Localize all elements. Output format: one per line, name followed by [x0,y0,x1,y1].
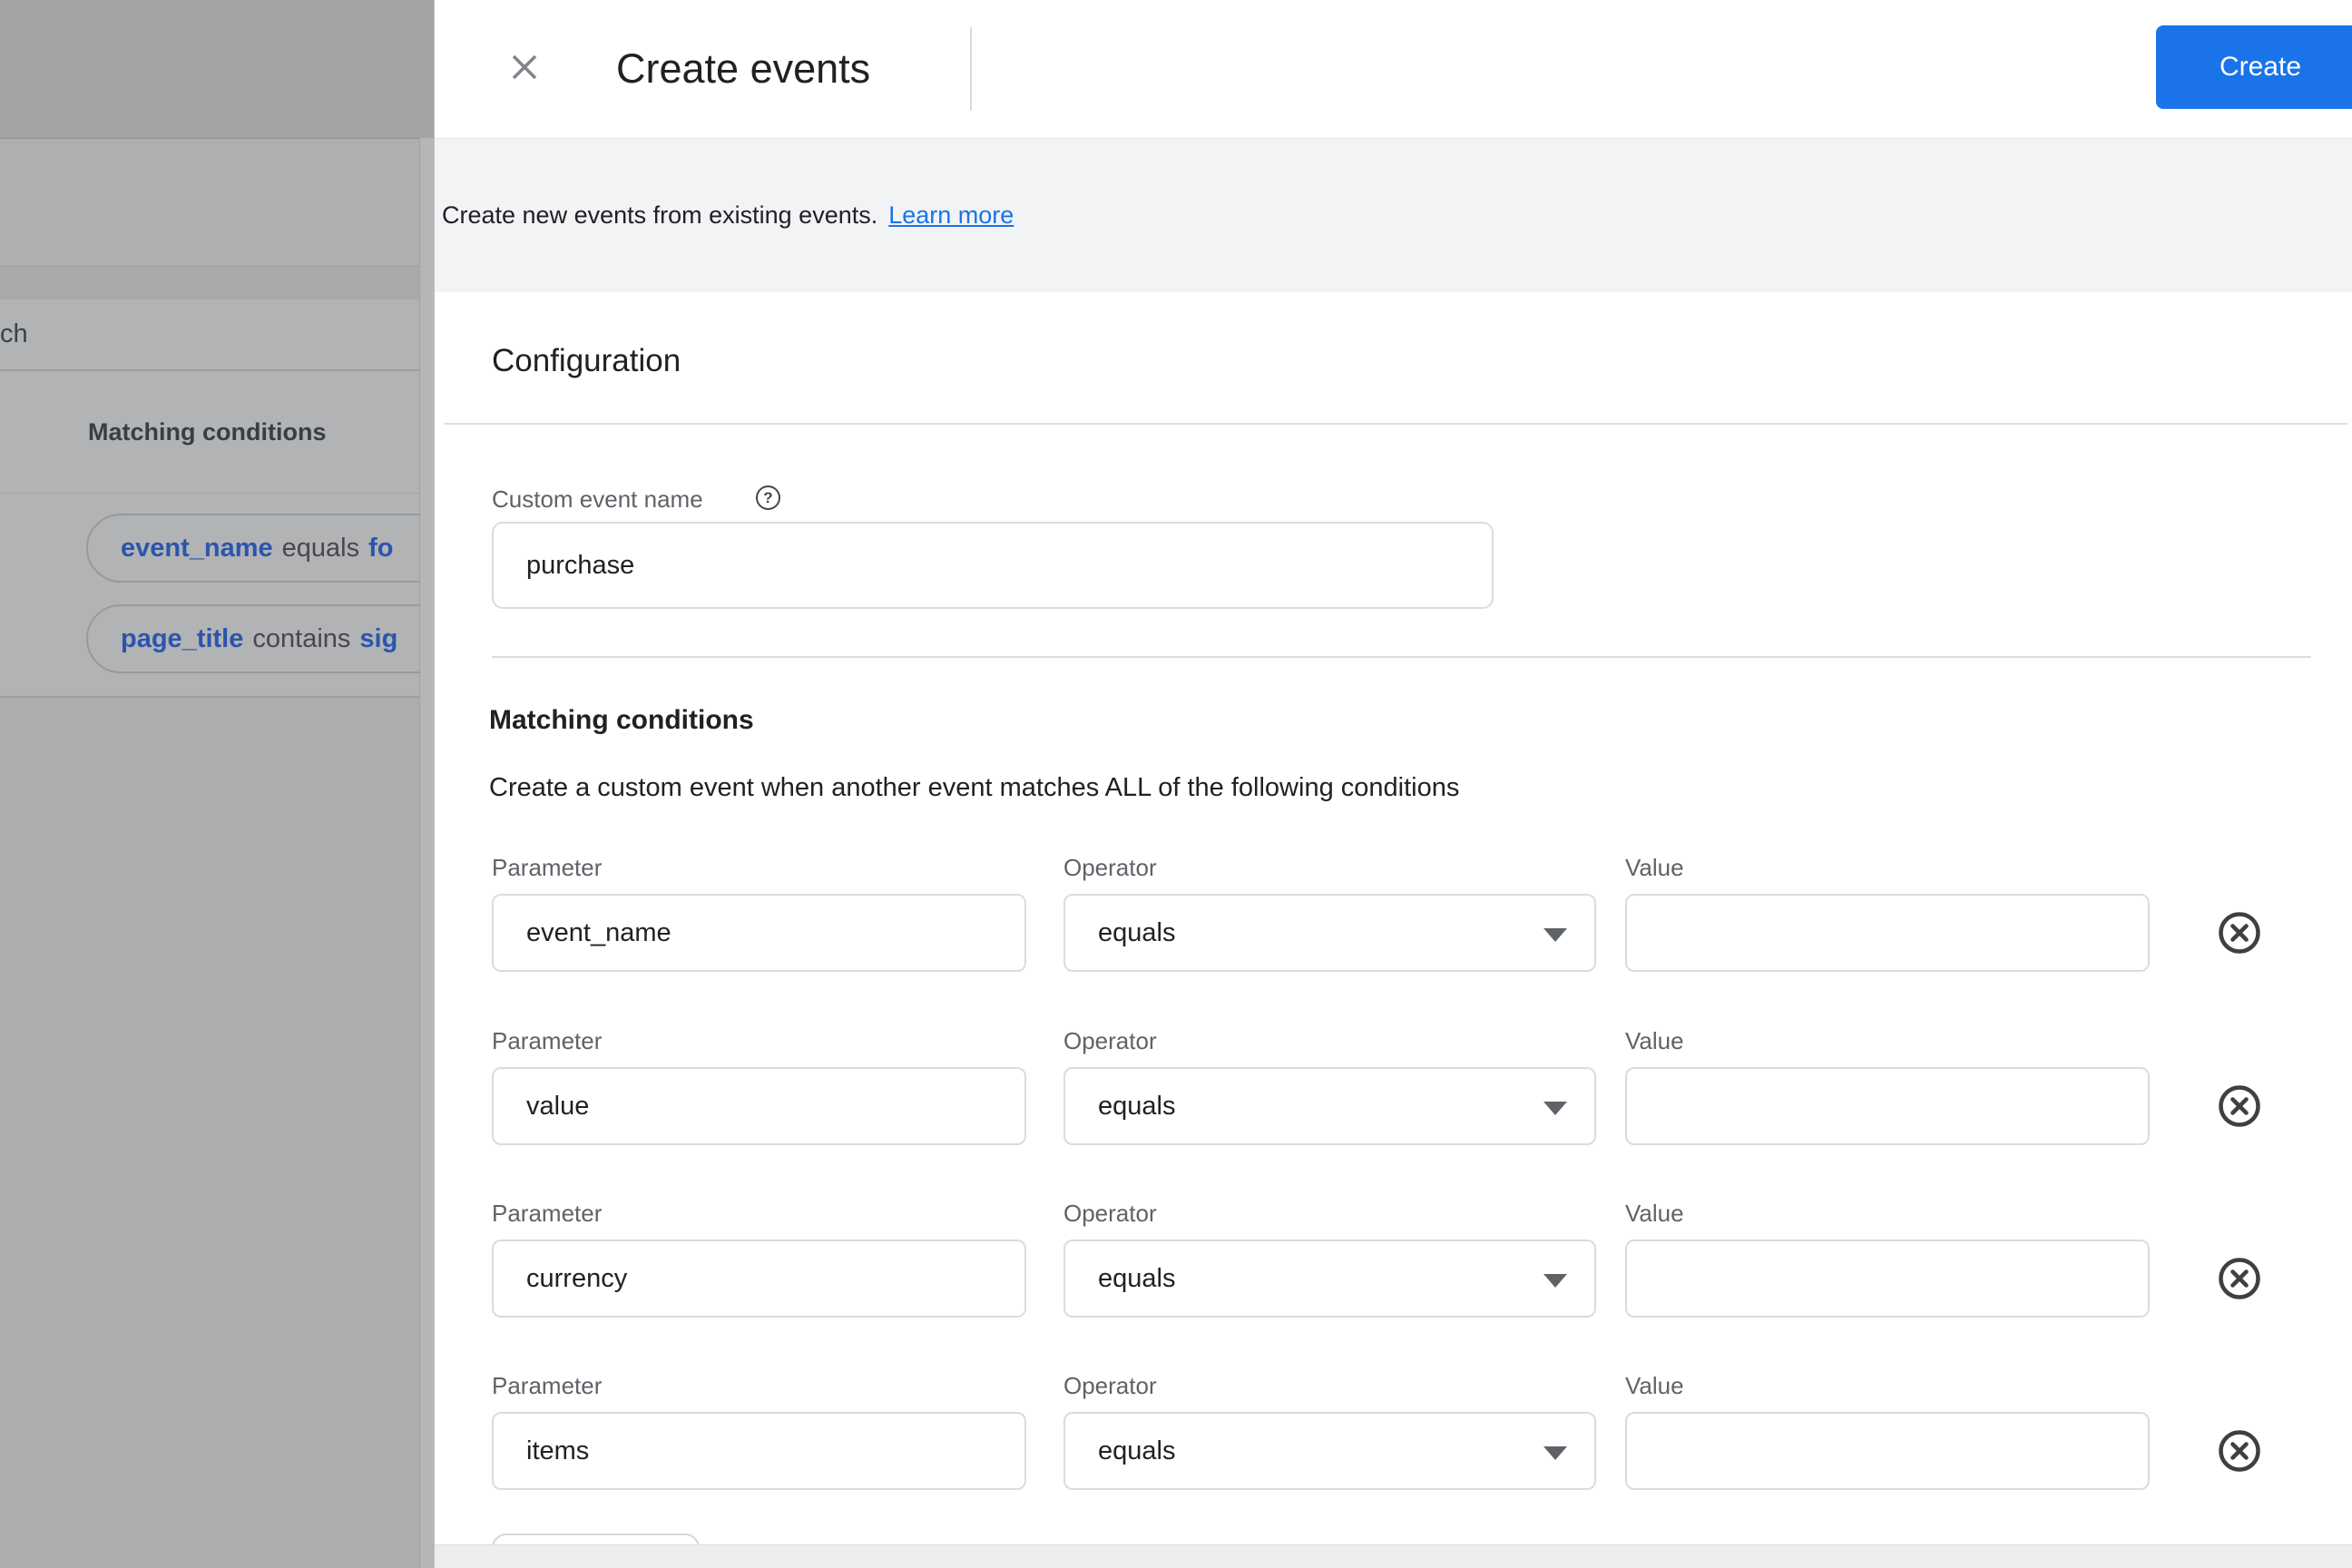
title-divider [970,27,972,111]
parameter-label: Parameter [492,854,602,882]
configuration-card: Configuration Custom event name Matching… [444,292,2347,1568]
create-events-panel: Create events Create Create new events f… [434,0,2352,1568]
background-content [0,139,434,266]
condition-row: Parameter Operator equals Value [492,854,2311,981]
chevron-down-icon [1544,1274,1567,1288]
remove-circle-icon[interactable] [2216,1427,2263,1475]
table-header-row: Matching conditions [0,371,434,493]
section-divider [444,423,2347,425]
condition-chip: page_title contains sig [86,604,434,673]
matching-conditions-column-header: Matching conditions [88,418,327,446]
operator-value: equals [1098,1264,1175,1294]
configuration-heading: Configuration [492,343,681,379]
screen: ch Matching conditions event_name equals… [0,0,2352,1568]
help-circle-icon[interactable] [756,485,780,510]
value-label: Value [1625,1027,1684,1055]
form-divider [492,656,2311,658]
parameter-input[interactable] [492,1240,1026,1318]
parameter-input[interactable] [492,1067,1026,1145]
operator-label: Operator [1063,854,1157,882]
parameter-label: Parameter [492,1372,602,1400]
custom-event-name-label: Custom event name [492,485,703,514]
panel-header: Create events Create [435,0,2352,138]
operator-label: Operator [1063,1200,1157,1228]
background-toolbar [0,266,434,300]
matching-conditions-subtitle: Create a custom event when another event… [489,773,1459,803]
value-input[interactable] [1625,1067,2150,1145]
horizontal-scrollbar-track [435,1544,2352,1568]
chip-parameter: page_title [121,624,243,654]
operator-value: equals [1098,1092,1175,1122]
close-icon[interactable] [506,49,543,85]
condition-row: Parameter Operator equals Value [492,1372,2311,1499]
operator-select[interactable]: equals [1063,894,1596,972]
parameter-input[interactable] [492,1412,1026,1490]
value-label: Value [1625,1200,1684,1228]
value-input[interactable] [1625,894,2150,972]
operator-label: Operator [1063,1027,1157,1055]
condition-chip-list: event_name equals fo page_title contains… [0,493,434,698]
chip-value: fo [368,534,393,564]
operator-select[interactable]: equals [1063,1412,1596,1490]
operator-select[interactable]: equals [1063,1067,1596,1145]
search-input-cutoff: ch [0,299,434,371]
remove-circle-icon[interactable] [2216,909,2263,956]
chip-operator: contains [243,624,359,654]
operator-select[interactable]: equals [1063,1240,1596,1318]
condition-row: Parameter Operator equals Value [492,1200,2311,1327]
chevron-down-icon [1544,928,1567,942]
chip-parameter: event_name [121,534,273,564]
value-label: Value [1625,854,1684,882]
page-title: Create events [616,0,870,138]
remove-circle-icon[interactable] [2216,1255,2263,1302]
custom-event-name-input[interactable] [492,522,1494,609]
create-button[interactable]: Create [2156,25,2352,109]
operator-label: Operator [1063,1372,1157,1400]
search-text: ch [0,319,28,349]
parameter-label: Parameter [492,1200,602,1228]
learn-more-link[interactable]: Learn more [888,201,1014,230]
matching-conditions-heading: Matching conditions [489,705,754,736]
parameter-input[interactable] [492,894,1026,972]
condition-row: Parameter Operator equals Value [492,1027,2311,1154]
description-text: Create new events from existing events. [442,201,877,230]
background-page: ch Matching conditions event_name equals… [0,0,434,1568]
operator-value: equals [1098,918,1175,948]
chip-operator: equals [273,534,368,564]
chevron-down-icon [1544,1446,1567,1460]
chip-value: sig [359,624,397,654]
value-input[interactable] [1625,1412,2150,1490]
parameter-label: Parameter [492,1027,602,1055]
background-appbar [0,0,434,139]
background-vertical-scrollbar [419,138,434,1568]
description-bar: Create new events from existing events. … [435,138,2352,292]
condition-chip: event_name equals fo [86,514,434,583]
value-input[interactable] [1625,1240,2150,1318]
chevron-down-icon [1544,1102,1567,1115]
value-label: Value [1625,1372,1684,1400]
remove-circle-icon[interactable] [2216,1083,2263,1130]
operator-value: equals [1098,1436,1175,1466]
